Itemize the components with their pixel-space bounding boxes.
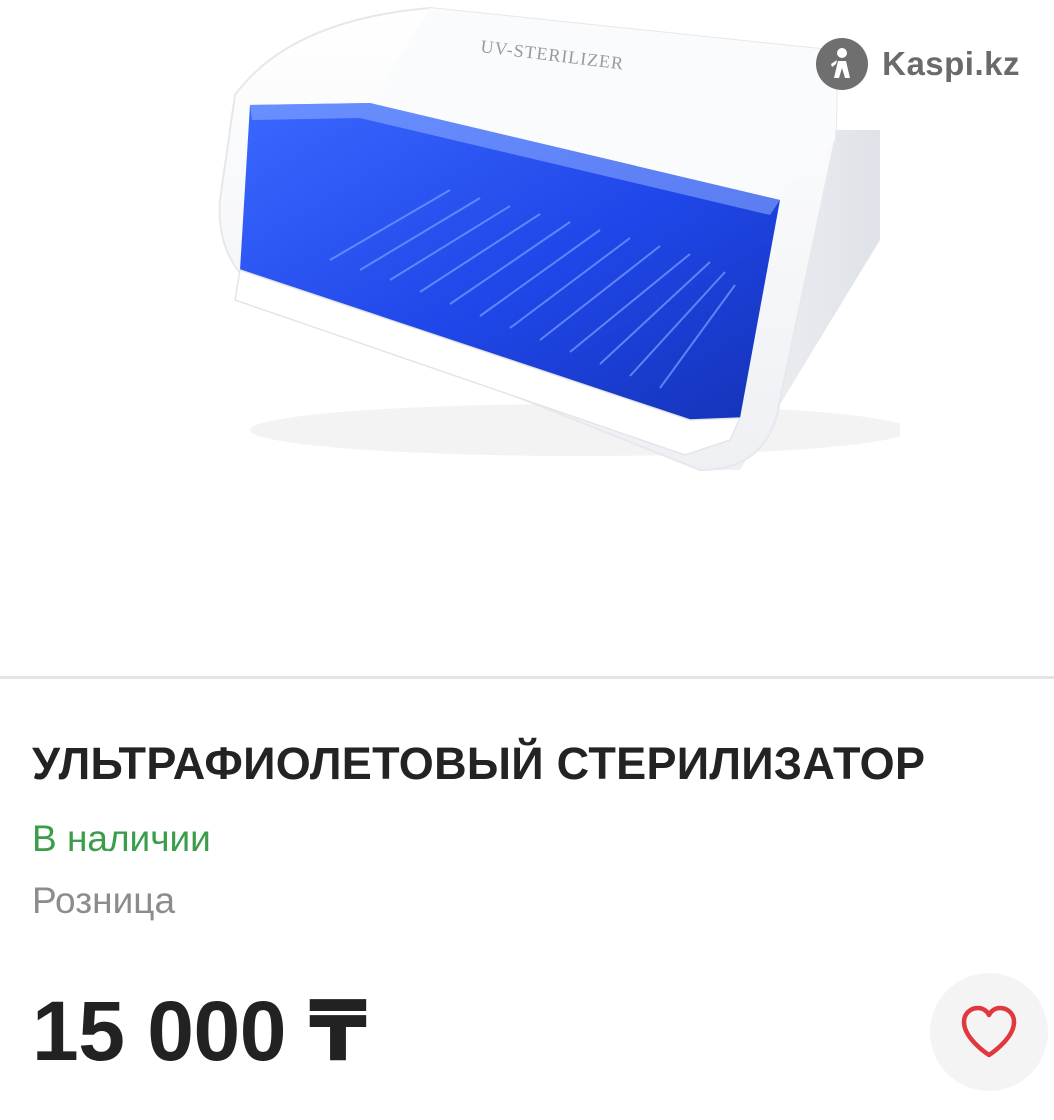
product-image-area[interactable]: UV-STERILIZER Kaspi.kz [0,0,1054,676]
product-photo: UV-STERILIZER [218,6,900,472]
heart-outline-icon [961,1005,1017,1058]
kaspi-watermark: Kaspi.kz [816,38,1020,90]
watermark-text: Kaspi.kz [882,45,1020,82]
sale-type-label: Розница [32,880,176,921]
section-divider [0,676,1054,679]
favorite-button[interactable] [930,973,1048,1091]
availability-status: В наличии [32,818,211,859]
kaspi-logo-icon [816,38,869,90]
product-title: УЛЬТРАФИОЛЕТОВЫЙ СТЕРИЛИЗАТОР [32,738,926,789]
product-price: 15 000 ₸ [32,984,367,1078]
